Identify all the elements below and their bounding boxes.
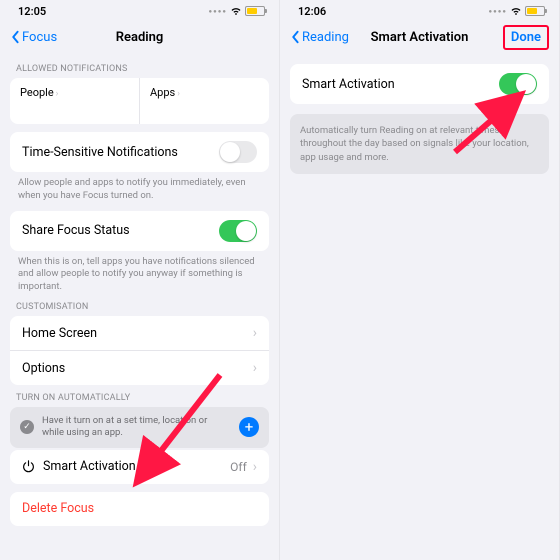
auto-hint-card: ✓ Have it turn on at a set time, locatio… [10,407,269,448]
cellular-dots: ●●●● [489,8,508,15]
time-sensitive-toggle[interactable] [219,141,257,163]
section-allowed-notifications: ALLOWED NOTIFICATIONS [10,56,269,78]
chevron-right-icon: › [253,360,257,376]
smart-activation-row[interactable]: Smart Activation [290,64,549,104]
smart-activation-label: Smart Activation [302,77,395,92]
status-bar: 12:05 ●●●● [0,0,279,22]
status-time: 12:05 [18,5,46,18]
status-bar: 12:06 ●●●● [280,0,559,22]
cellular-dots: ●●●● [209,8,228,15]
battery-icon [245,6,265,16]
people-button[interactable]: People› [10,78,140,124]
time-sensitive-label: Time-Sensitive Notifications [22,145,178,160]
smart-activation-toggle[interactable] [499,73,537,95]
share-status-toggle[interactable] [219,220,257,242]
done-button[interactable]: Done [503,25,549,50]
smart-activation-label: Smart Activation [43,459,136,474]
share-status-card: Share Focus Status [10,211,269,251]
delete-focus-button[interactable]: Delete Focus [10,492,269,526]
share-status-footer: When this is on, tell apps you have noti… [10,251,269,294]
nav-bar: Focus Reading [0,22,279,52]
chevron-left-icon [290,30,300,44]
chevron-right-icon: › [253,459,257,475]
content-area[interactable]: ALLOWED NOTIFICATIONS People› Apps› Time… [0,52,279,560]
back-button-reading[interactable]: Reading [290,30,349,45]
delete-focus-label: Delete Focus [22,501,94,516]
chevron-right-icon: › [253,325,257,341]
page-title: Reading [116,30,164,45]
chevron-right-icon: › [56,89,59,99]
home-screen-label: Home Screen [22,326,97,341]
options-label: Options [22,361,65,376]
options-row[interactable]: Options › [10,350,269,385]
time-sensitive-row[interactable]: Time-Sensitive Notifications [10,132,269,172]
chevron-left-icon [10,30,20,44]
share-status-row[interactable]: Share Focus Status [10,211,269,251]
page-title: Smart Activation [371,30,469,45]
delete-card: Delete Focus [10,492,269,526]
battery-icon [525,6,545,16]
status-indicators: ●●●● [489,6,546,16]
wifi-icon [230,7,242,16]
time-sensitive-card: Time-Sensitive Notifications [10,132,269,172]
smart-activation-description: Automatically turn Reading on at relevan… [290,114,549,174]
section-turn-on-auto: TURN ON AUTOMATICALLY [10,385,269,407]
clock-icon: ✓ [20,420,34,434]
chevron-right-icon: › [177,89,180,99]
share-status-label: Share Focus Status [22,223,130,238]
status-time: 12:06 [298,5,326,18]
home-screen-row[interactable]: Home Screen › [10,316,269,350]
allowed-card: People› Apps› [10,78,269,124]
phone-right: 12:06 ●●●● Reading Smart Activation Done… [280,0,560,560]
people-label: People [20,86,54,99]
apps-button[interactable]: Apps› [140,78,269,124]
phone-left: 12:05 ●●●● Focus Reading ALLOWED NOTIFIC… [0,0,280,560]
power-icon [22,460,35,473]
customisation-card: Home Screen › Options › [10,316,269,385]
status-indicators: ●●●● [209,6,266,16]
back-button-focus[interactable]: Focus [10,30,57,45]
smart-activation-card: Smart Activation Off › [10,450,269,484]
apps-label: Apps [150,86,175,99]
smart-activation-value: Off [230,460,247,474]
done-label: Done [511,30,541,45]
auto-hint-text: Have it turn on at a set time, location … [42,415,231,440]
back-label: Reading [302,30,349,45]
nav-bar: Reading Smart Activation Done [280,22,559,52]
section-customisation: CUSTOMISATION [10,294,269,316]
smart-activation-card: Smart Activation [290,64,549,104]
back-label: Focus [22,30,57,45]
add-schedule-button[interactable]: + [239,417,259,437]
wifi-icon [510,7,522,16]
time-sensitive-footer: Allow people and apps to notify you imme… [10,172,269,203]
smart-activation-row[interactable]: Smart Activation Off › [10,450,269,484]
content-area[interactable]: Smart Activation Automatically turn Read… [280,52,559,560]
